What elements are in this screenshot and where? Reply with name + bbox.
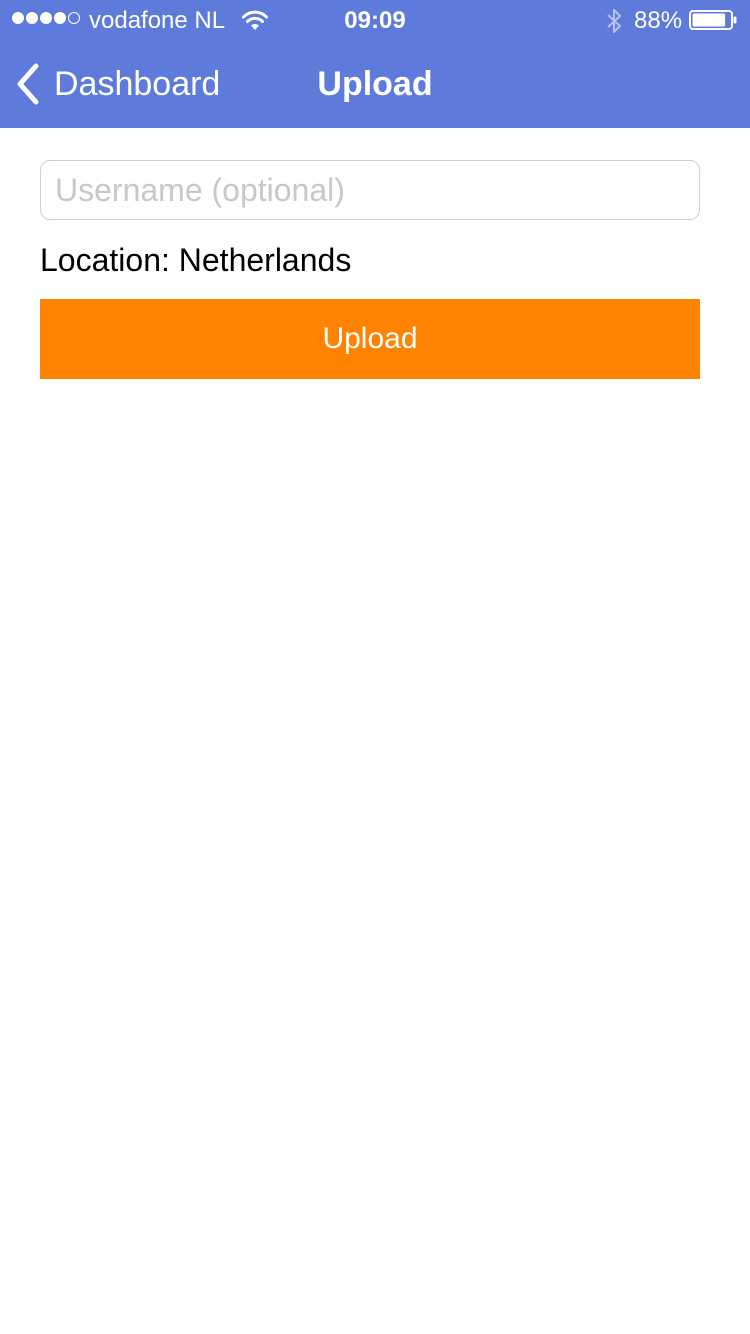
- upload-button[interactable]: Upload: [40, 299, 700, 379]
- page-title: Upload: [317, 65, 433, 103]
- battery-percent: 88%: [634, 7, 683, 34]
- top-bar: vodafone NL 09:09 88% Dashboard Upload: [0, 0, 750, 128]
- username-input[interactable]: [40, 160, 700, 220]
- status-bar: vodafone NL 09:09 88%: [0, 0, 750, 40]
- location-label: Location: Netherlands: [40, 242, 352, 278]
- battery-fill: [692, 13, 726, 27]
- battery-icon: [689, 10, 737, 30]
- navigation-bar: Dashboard Upload: [0, 40, 750, 128]
- bluetooth-icon: [607, 9, 621, 33]
